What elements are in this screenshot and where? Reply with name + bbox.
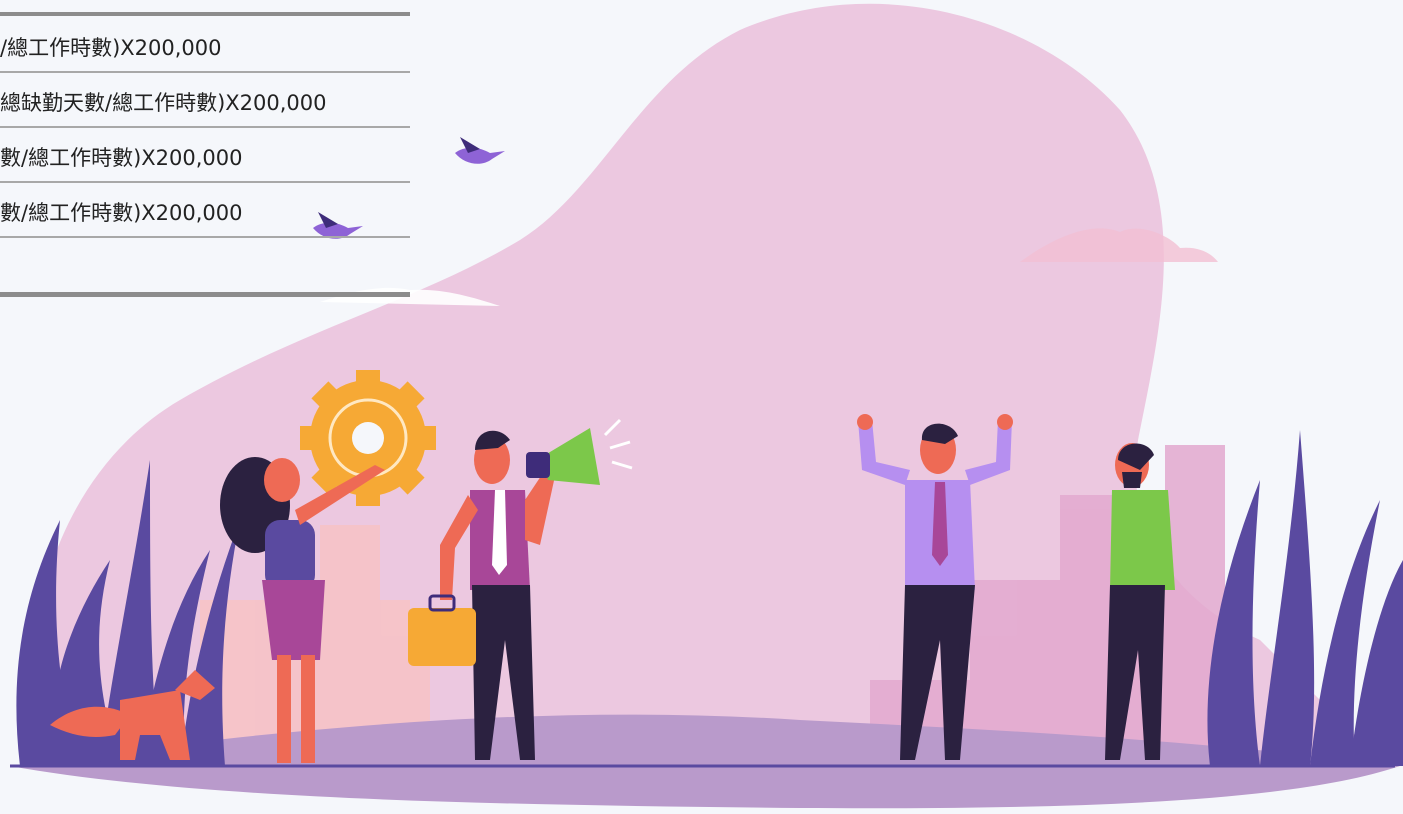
formula-text: /總工作時數)X200,000 [0, 36, 222, 60]
gear-icon [300, 370, 436, 506]
table-bottom-rule [0, 292, 410, 297]
formula-text: 總缺勤天數/總工作時數)X200,000 [0, 91, 327, 115]
table-row: /總工作時數)X200,000 [0, 16, 410, 73]
formula-text: 數/總工作時數)X200,000 [0, 146, 243, 170]
table-row: 數/總工作時數)X200,000 [0, 126, 410, 183]
table-row: 數/總工作時數)X200,000 [0, 181, 410, 238]
grass-right [1207, 430, 1403, 766]
table-row: 總缺勤天數/總工作時數)X200,000 [0, 71, 410, 128]
bird-icon [455, 137, 505, 164]
formula-text: 數/總工作時數)X200,000 [0, 201, 243, 225]
